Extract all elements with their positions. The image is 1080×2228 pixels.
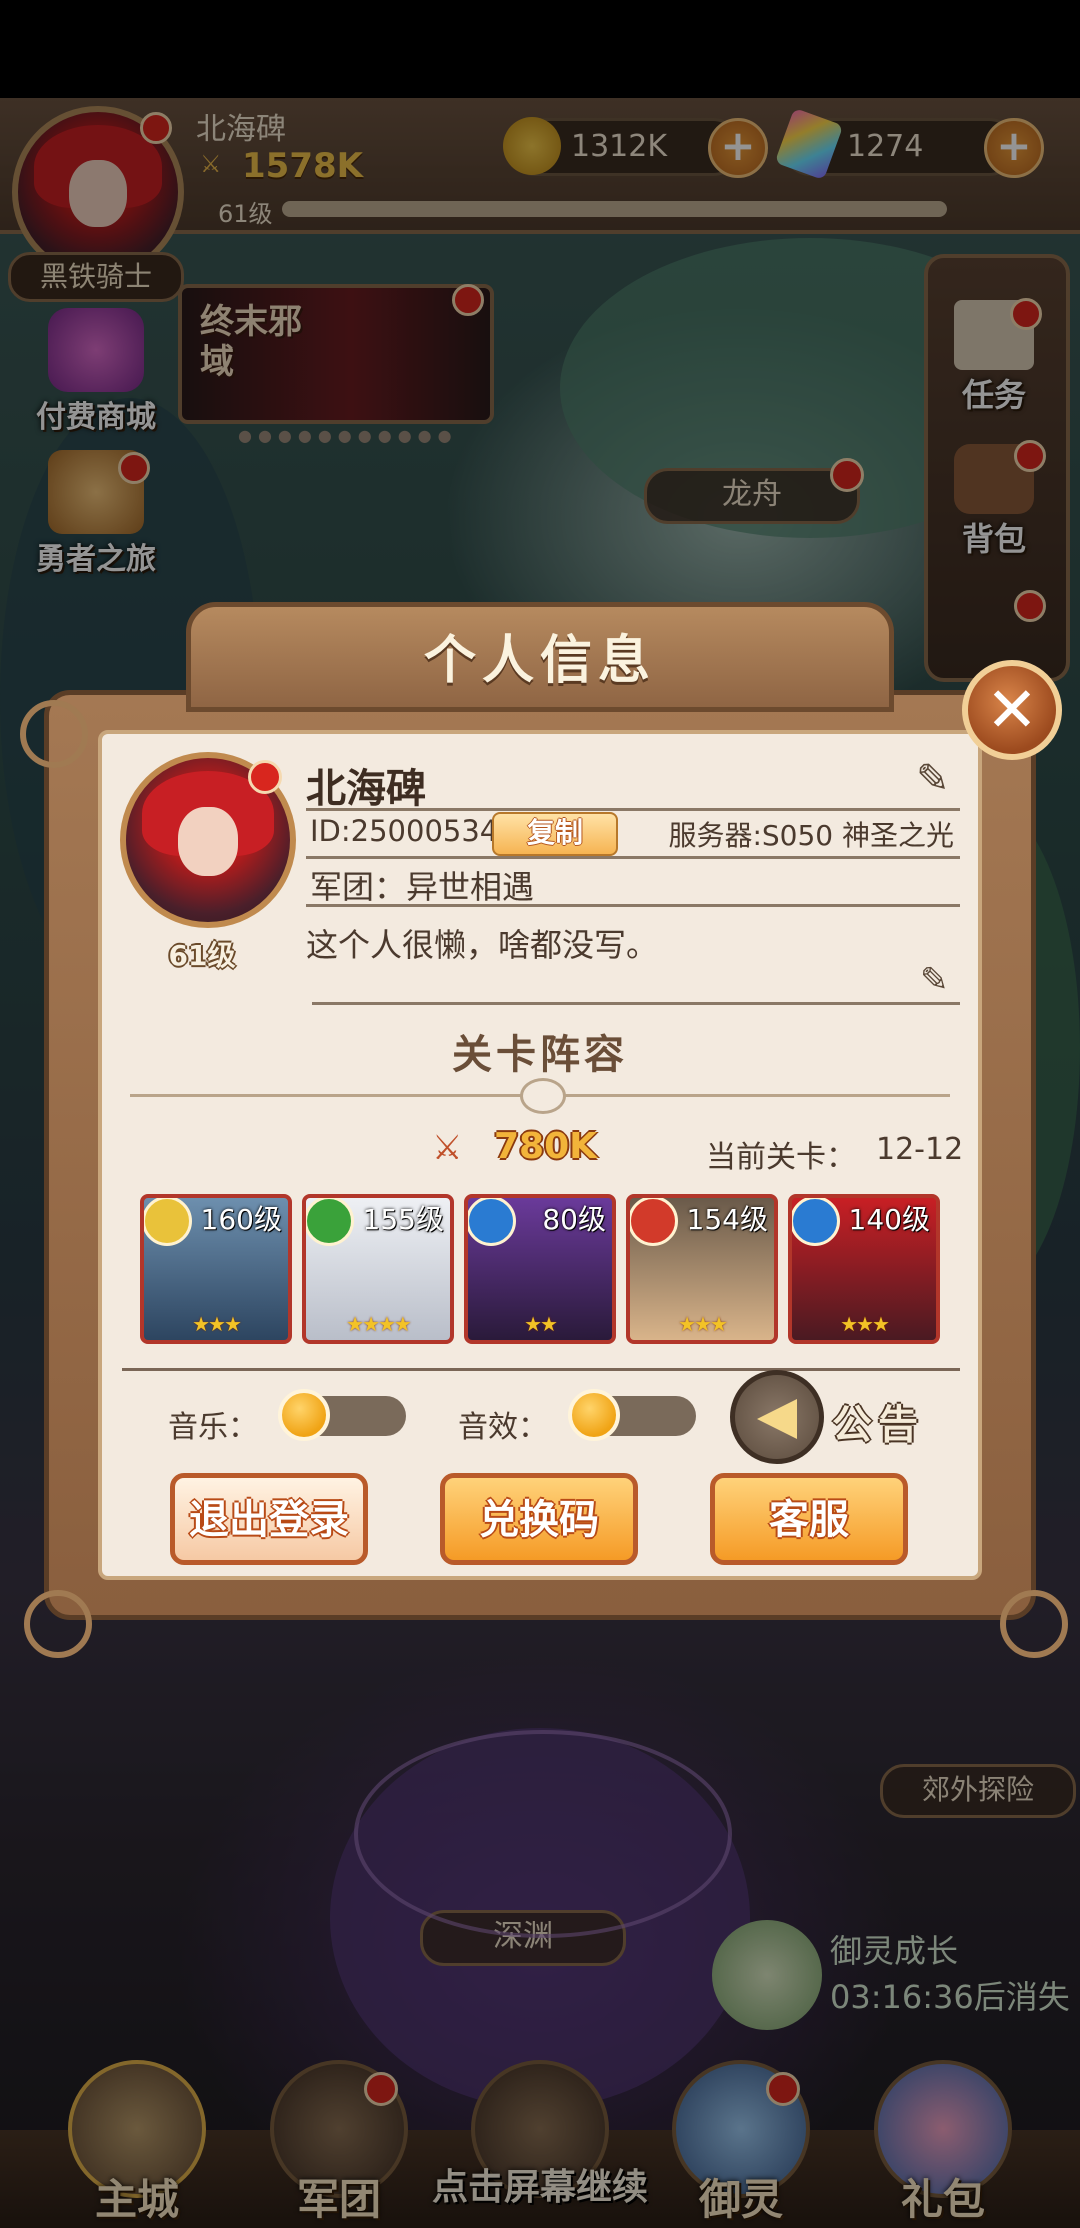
status-bar [0,0,1080,98]
profile-level: 61级 [168,939,236,972]
fire-element-icon [630,1198,678,1246]
notice-label[interactable]: 公告 [832,1392,924,1450]
divider [306,808,960,811]
profile-guild: 军团：异世相遇 [310,868,535,906]
hero-card[interactable]: 80级 ★★ [464,1194,616,1344]
profile-id: ID:25000534 [310,814,499,848]
frame-ornament-bottom-right [1000,1590,1068,1658]
hero-level: 160级 [200,1203,282,1236]
hero-level: 80级 [542,1203,606,1236]
hero-card[interactable]: 140级 ★★★ [788,1194,940,1344]
profile-name: 北海碑 [306,766,426,812]
profile-server: 服务器:S050 神圣之光 [668,819,954,852]
divider [122,1368,960,1371]
hero-level: 154级 [686,1203,768,1236]
redeem-code-button[interactable]: 兑换码 [440,1473,638,1565]
frame-ornament-bottom-left [24,1590,92,1658]
lineup-power-swords-icon: ⚔ [432,1128,463,1168]
profile-avatar-notification-dot [248,760,282,794]
hero-stars: ★★★ [678,1312,728,1336]
profile-modal-title: 个人信息 [423,631,656,691]
sfx-toggle-knob[interactable] [568,1389,620,1441]
hero-stars: ★★ [524,1312,558,1336]
current-stage-label: 当前关卡： [706,1140,856,1175]
edit-name-icon[interactable]: ✎ [916,756,950,802]
divider [306,856,960,859]
sfx-toggle[interactable] [568,1389,696,1441]
hero-level: 155级 [362,1203,444,1236]
hero-card[interactable]: 154级 ★★★ [626,1194,778,1344]
lineup-title: 关卡阵容 [452,1032,628,1078]
frame-ornament-left [20,700,88,768]
lineup-power: 780K [494,1126,598,1167]
close-button[interactable]: ✕ [962,660,1062,760]
wind-element-icon [306,1198,354,1246]
hero-level: 140级 [848,1203,930,1236]
divider [312,1002,960,1005]
water-element-icon [468,1198,516,1246]
divider [306,904,960,907]
music-toggle[interactable] [278,1389,406,1441]
hero-stars: ★★★ [840,1312,890,1336]
megaphone-icon [757,1399,797,1439]
hero-stars: ★★★★ [346,1312,412,1336]
light-element-icon [144,1198,192,1246]
hero-stars: ★★★ [192,1312,242,1336]
customer-service-button[interactable]: 客服 [710,1473,908,1565]
logout-button[interactable]: 退出登录 [170,1473,368,1565]
music-label: 音乐： [168,1410,258,1445]
notice-button[interactable] [730,1370,824,1464]
close-icon: ✕ [986,673,1038,746]
hero-card[interactable]: 160级 ★★★ [140,1194,292,1344]
sfx-label: 音效： [458,1410,548,1445]
divider-ornament [520,1078,566,1114]
music-toggle-knob[interactable] [278,1389,330,1441]
hero-card[interactable]: 155级 ★★★★ [302,1194,454,1344]
copy-id-button[interactable]: 复制 [492,812,618,856]
profile-signature: 这个人很懒，啥都没写。 [306,926,659,964]
water-element-icon [792,1198,840,1246]
edit-signature-icon[interactable]: ✎ [920,960,949,1000]
current-stage-value: 12-12 [876,1132,964,1167]
